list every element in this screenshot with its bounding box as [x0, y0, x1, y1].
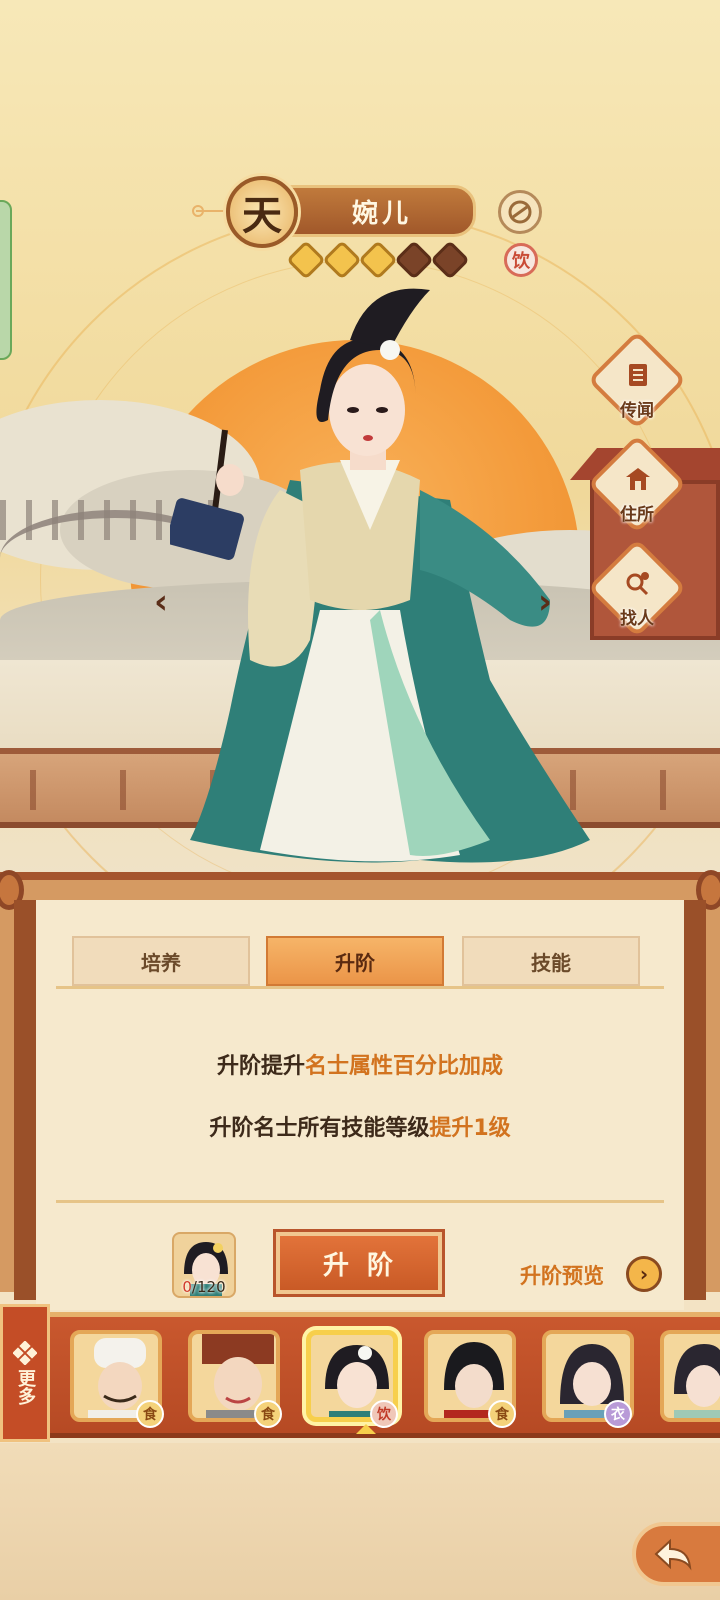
- next-character-arrow-icon[interactable]: ›: [530, 582, 560, 622]
- side-menu-residence-label[interactable]: 住所: [606, 500, 668, 525]
- shard-count-total: /120: [191, 1278, 226, 1296]
- desc-line2-prefix: 升阶名士所有技能等级: [209, 1116, 430, 1141]
- roster-card-partial[interactable]: [660, 1330, 720, 1422]
- grid-diamond-icon: [13, 1341, 37, 1365]
- character-name-plate: 婉儿: [288, 185, 476, 237]
- tab-train[interactable]: 培养: [72, 936, 250, 986]
- shard-count-current: 0: [182, 1278, 192, 1296]
- description-divider: [56, 1200, 664, 1203]
- food-tag-icon: 食: [488, 1400, 516, 1428]
- star-filled-icon: [286, 240, 326, 280]
- back-button[interactable]: [632, 1522, 720, 1586]
- left-side-tab[interactable]: [0, 200, 12, 360]
- side-menu-rumor-label[interactable]: 传闻: [606, 396, 668, 421]
- star-filled-icon: [358, 240, 398, 280]
- drink-type-badge: 饮: [504, 243, 538, 277]
- panel-side-right: [684, 900, 706, 1300]
- panel-side-left: [14, 900, 36, 1300]
- tab-skills[interactable]: 技能: [462, 936, 640, 986]
- food-tag-icon: 食: [254, 1400, 282, 1428]
- star-filled-icon: [322, 240, 362, 280]
- upgrade-button[interactable]: 升阶: [273, 1229, 445, 1297]
- more-button[interactable]: 更多: [0, 1304, 50, 1442]
- desc-line2-highlight: 提升1级: [429, 1116, 511, 1141]
- gift-icon: [508, 200, 532, 224]
- star-empty-icon: [430, 240, 470, 280]
- scene-background: [0, 0, 720, 900]
- desc-line1-prefix: 升阶提升: [216, 1054, 305, 1079]
- side-menu-find-label[interactable]: 找人: [606, 604, 668, 629]
- chevron-right-icon[interactable]: ›: [626, 1256, 662, 1292]
- character-name: 婉儿: [351, 198, 412, 229]
- clothing-tag-icon: 衣: [604, 1400, 632, 1428]
- tab-upgrade[interactable]: 升阶: [266, 936, 444, 986]
- upgrade-description-line1: 升阶提升名士属性百分比加成: [60, 1048, 660, 1080]
- house-icon: [618, 459, 658, 499]
- upgrade-preview-link[interactable]: 升阶预览: [520, 1260, 604, 1290]
- plate-ornament-dot: [192, 205, 204, 217]
- star-rating: [286, 240, 470, 280]
- desc-line1-highlight: 名士属性百分比加成: [305, 1054, 504, 1079]
- gift-button[interactable]: [498, 190, 542, 234]
- tab-divider: [56, 986, 664, 989]
- selected-pointer: [356, 1424, 376, 1434]
- upgrade-description-line2: 升阶名士所有技能等级提升1级: [60, 1110, 660, 1142]
- shard-count: 0/120: [172, 1278, 236, 1296]
- character-illustration: [170, 288, 590, 863]
- food-tag-icon: 食: [136, 1400, 164, 1428]
- rank-text: 天: [242, 192, 282, 239]
- search-person-icon: [618, 563, 658, 603]
- rank-badge: 天: [226, 176, 298, 248]
- scroll-icon: [618, 355, 658, 395]
- star-empty-icon: [394, 240, 434, 280]
- bottom-background: [0, 1443, 720, 1600]
- back-arrow-icon: [654, 1538, 692, 1571]
- more-label: 更多: [15, 1369, 36, 1405]
- character-avatar: [674, 1344, 720, 1418]
- prev-character-arrow-icon[interactable]: ‹: [146, 582, 176, 622]
